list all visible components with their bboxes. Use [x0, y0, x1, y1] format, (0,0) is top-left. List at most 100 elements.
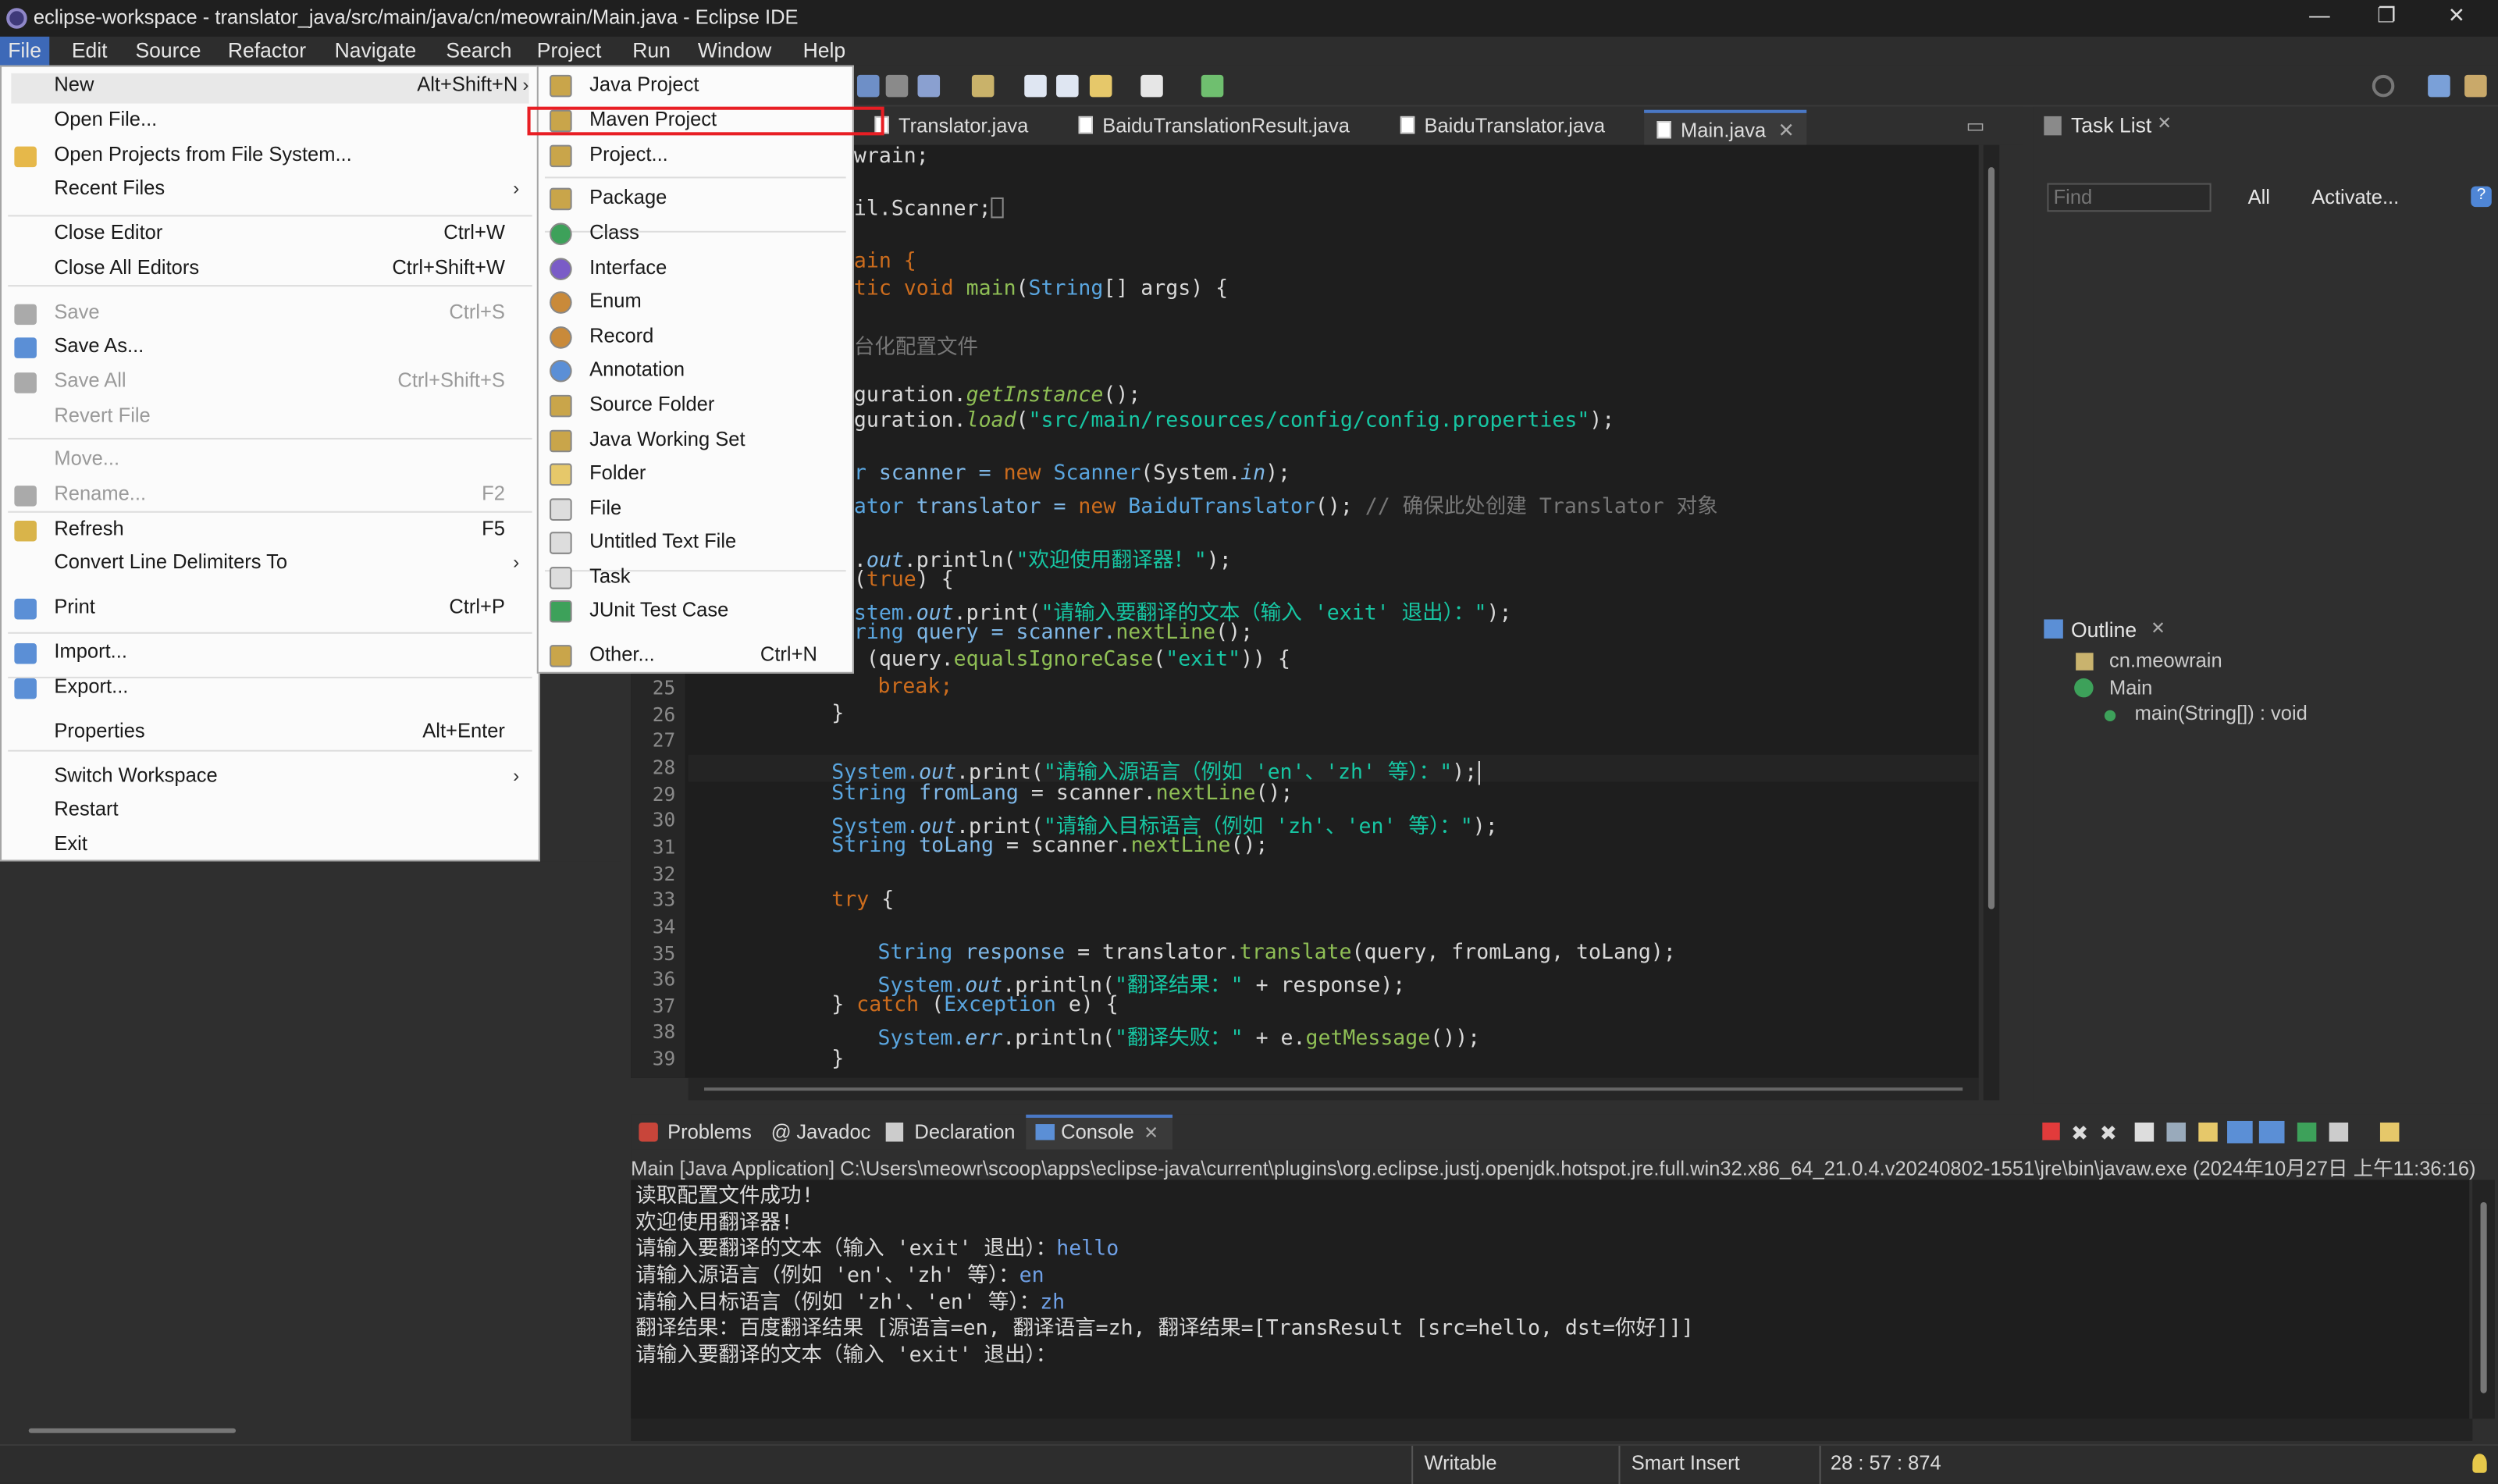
close-tab-icon[interactable]: ✕: [2151, 617, 2165, 638]
back-icon[interactable]: [1089, 74, 1112, 98]
file-menu-item-save[interactable]: Save: [54, 301, 99, 324]
console-horizontal-scrollbar[interactable]: [631, 1418, 2473, 1441]
tab-javadoc[interactable]: Javadoc: [796, 1121, 870, 1144]
pin-console-icon[interactable]: [2297, 1122, 2317, 1142]
console-scrollbar[interactable]: [2472, 1180, 2495, 1419]
menu-navigate[interactable]: Navigate: [335, 38, 417, 62]
new-item-task[interactable]: Task: [589, 565, 630, 588]
clear-console-icon[interactable]: [2134, 1122, 2155, 1142]
outline-package[interactable]: cn.meowrain: [2109, 649, 2222, 672]
file-menu-item-move[interactable]: Move...: [54, 447, 119, 470]
remove-launch-icon[interactable]: ✖: [2071, 1121, 2088, 1147]
new-item-source-folder[interactable]: Source Folder: [589, 393, 714, 416]
menu-refactor[interactable]: Refactor: [228, 38, 306, 62]
pin-editor-icon[interactable]: [1201, 74, 1224, 98]
java-perspective-icon[interactable]: [2464, 74, 2487, 98]
next-edit-icon[interactable]: [1056, 74, 1079, 98]
menu-window[interactable]: Window: [698, 38, 771, 62]
file-menu-item-rename[interactable]: Rename...: [54, 482, 146, 505]
new-item-annotation[interactable]: Annotation: [589, 358, 685, 381]
new-item-untitled-text-file[interactable]: Untitled Text File: [589, 530, 736, 553]
tips-lightbulb-icon[interactable]: [2472, 1454, 2487, 1473]
close-tab-icon[interactable]: ✕: [2157, 113, 2172, 133]
outline-class[interactable]: Main: [2109, 677, 2152, 699]
show-whitespace-icon[interactable]: [885, 74, 909, 98]
file-menu-item-print[interactable]: Print: [54, 596, 94, 618]
file-menu-item-save-as[interactable]: Save As...: [54, 334, 144, 357]
menu-project[interactable]: Project: [537, 38, 602, 62]
new-item-interface[interactable]: Interface: [589, 256, 667, 279]
close-window-button[interactable]: ✕: [2441, 3, 2473, 32]
new-item-other[interactable]: Other...: [589, 643, 655, 666]
file-menu-item-open-projects-from-file-system[interactable]: Open Projects from File System...: [54, 144, 351, 166]
display-console-icon[interactable]: [2329, 1122, 2349, 1142]
filter-all-link[interactable]: All: [2248, 187, 2270, 209]
new-item-junit-test-case[interactable]: JUnit Test Case: [589, 599, 728, 621]
new-item-record[interactable]: Record: [589, 325, 653, 347]
file-menu-item-new[interactable]: New: [54, 73, 94, 96]
editor-horizontal-scrollbar[interactable]: [688, 1077, 1979, 1101]
tab-problems[interactable]: Problems: [667, 1121, 752, 1144]
word-wrap-icon[interactable]: [2198, 1122, 2218, 1142]
minimize-button[interactable]: —: [2304, 3, 2336, 32]
search-icon[interactable]: [2372, 74, 2395, 98]
file-menu-item-export[interactable]: Export...: [54, 675, 128, 698]
tab-baidu-translation-result[interactable]: BaiduTranslationResult.java: [1078, 115, 1350, 137]
tab-task-list[interactable]: Task List: [2071, 113, 2151, 137]
new-item-enum[interactable]: Enum: [589, 290, 642, 312]
annotation-nav-icon[interactable]: [971, 74, 995, 98]
menu-help[interactable]: Help: [803, 38, 846, 62]
tab-baidu-translator[interactable]: BaiduTranslator.java: [1400, 115, 1605, 137]
file-menu-item-close-editor[interactable]: Close Editor: [54, 222, 162, 244]
show-stderr-icon[interactable]: [2258, 1120, 2285, 1144]
menu-run[interactable]: Run: [632, 38, 671, 62]
menu-file[interactable]: File: [0, 36, 50, 66]
forward-icon[interactable]: [1140, 74, 1163, 98]
horizontal-scrollbar[interactable]: [28, 1428, 237, 1433]
new-item-package[interactable]: Package: [589, 187, 667, 209]
remove-all-icon[interactable]: ✖: [2100, 1121, 2117, 1147]
file-menu-item-open-file[interactable]: Open File...: [54, 109, 157, 131]
file-menu-item-convert-line-delimiters-to[interactable]: Convert Line Delimiters To: [54, 551, 287, 574]
menu-edit[interactable]: Edit: [72, 38, 108, 62]
menu-search[interactable]: Search: [446, 38, 511, 62]
editor-vertical-scrollbar[interactable]: [1983, 144, 2000, 1101]
file-menu-item-import[interactable]: Import...: [54, 640, 127, 663]
scroll-lock-icon[interactable]: [2166, 1122, 2186, 1142]
tab-console[interactable]: Console: [1061, 1121, 1134, 1144]
file-menu-item-switch-workspace[interactable]: Switch Workspace: [54, 764, 217, 787]
file-menu-item-revert-file[interactable]: Revert File: [54, 404, 150, 427]
close-tab-icon[interactable]: ✕: [1778, 119, 1795, 142]
block-selection-icon[interactable]: [917, 74, 941, 98]
task-find-input[interactable]: [2047, 183, 2212, 212]
terminate-icon[interactable]: [2042, 1122, 2060, 1141]
tab-outline[interactable]: Outline: [2071, 617, 2137, 642]
tab-translator-java[interactable]: Translator.java: [874, 115, 1028, 137]
file-menu-item-recent-files[interactable]: Recent Files: [54, 176, 165, 199]
toolbar-toggle-icon[interactable]: [856, 74, 880, 98]
file-menu-item-properties[interactable]: Properties: [54, 720, 144, 742]
tab-declaration[interactable]: Declaration: [914, 1121, 1015, 1144]
file-menu-item-close-all-editors[interactable]: Close All Editors: [54, 256, 199, 279]
outline-method[interactable]: main(String[]) : void: [2135, 703, 2308, 725]
show-stdout-icon[interactable]: [2227, 1120, 2253, 1144]
new-item-folder[interactable]: Folder: [589, 462, 646, 485]
last-edit-icon[interactable]: [1024, 74, 1047, 98]
menu-source[interactable]: Source: [135, 38, 201, 62]
open-perspective-icon[interactable]: [2428, 74, 2450, 98]
open-console-icon[interactable]: [2379, 1122, 2400, 1142]
help-icon[interactable]: ?: [2471, 186, 2492, 208]
new-item-java-working-set[interactable]: Java Working Set: [589, 429, 745, 451]
file-menu-item-refresh[interactable]: Refresh: [54, 518, 123, 540]
file-menu-item-save-all[interactable]: Save All: [54, 369, 126, 392]
new-item-project[interactable]: Project...: [589, 144, 668, 166]
tab-main-java[interactable]: Main.java ✕: [1644, 109, 1808, 145]
new-item-java-project[interactable]: Java Project: [589, 73, 699, 96]
minimize-view-icon[interactable]: ▭: [1966, 113, 1984, 137]
activate-link[interactable]: Activate...: [2311, 187, 2399, 209]
maximize-button[interactable]: ❐: [2371, 3, 2403, 32]
file-menu-item-restart[interactable]: Restart: [54, 798, 118, 820]
file-menu-item-exit[interactable]: Exit: [54, 833, 87, 856]
close-tab-icon[interactable]: ✕: [1144, 1123, 1158, 1143]
new-item-class[interactable]: Class: [589, 222, 639, 244]
